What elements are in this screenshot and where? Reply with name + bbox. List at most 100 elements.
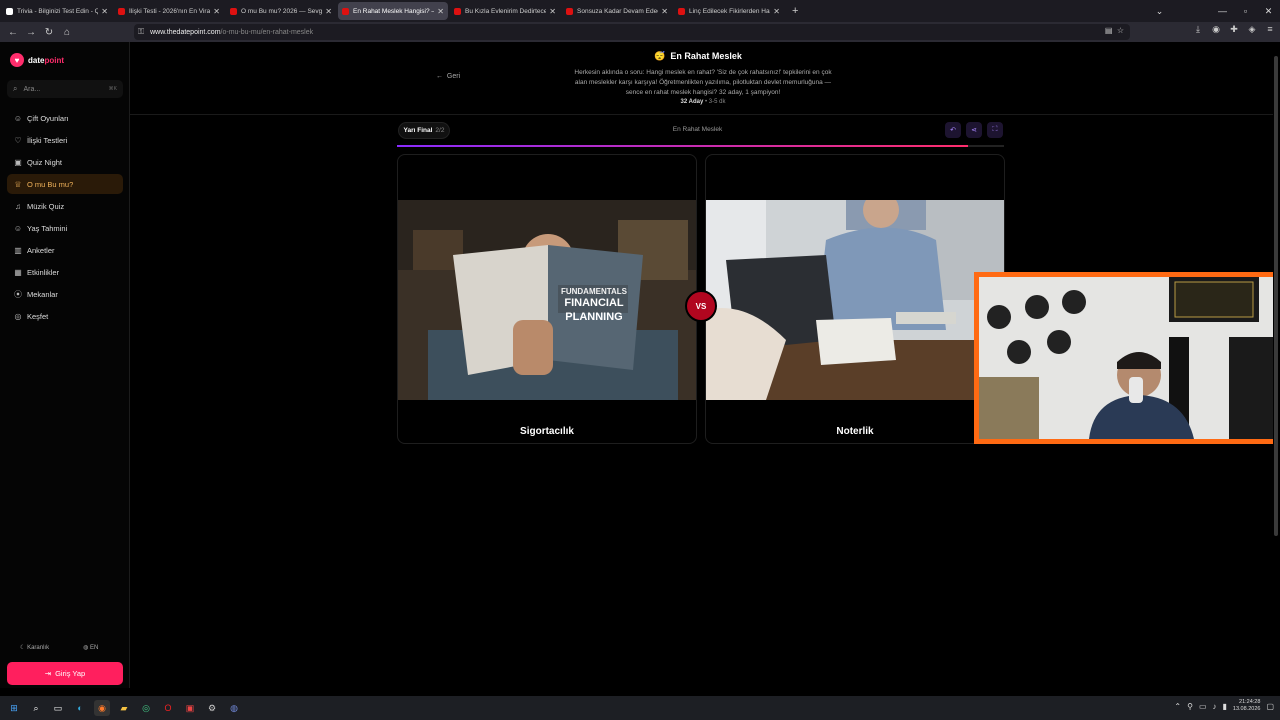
option-card-left[interactable]: FUNDAMENTALS FINANCIAL PLANNING Sigortac…	[397, 154, 697, 444]
sidebar-item[interactable]: ☺ Yaş Tahmini	[7, 218, 123, 238]
sidebar-item-icon: ⦿	[14, 289, 22, 299]
tab-favicon-icon	[6, 7, 13, 15]
sidebar-item[interactable]: ▦ Etkinlikler	[7, 262, 123, 282]
sidebar-item-icon: ▦	[14, 267, 22, 277]
chrome-icon[interactable]: ◎	[138, 700, 154, 716]
home-icon[interactable]: ⌂	[58, 27, 76, 38]
site-info-icon[interactable]: ⚿	[138, 27, 144, 37]
tab-close-icon[interactable]: ✕	[213, 7, 220, 16]
sidebar-item-icon: ♡	[14, 135, 22, 145]
browser-tab[interactable]: Linç Edilecek Fikirlerden Hangi ✕	[674, 2, 784, 20]
file-explorer-icon[interactable]: ▰	[116, 700, 132, 716]
tab-close-icon[interactable]: ✕	[325, 7, 332, 16]
sidebar-item[interactable]: ⦿ Mekanlar	[7, 284, 123, 304]
scrollbar-thumb[interactable]	[1274, 56, 1278, 536]
svg-text:FINANCIAL: FINANCIAL	[564, 297, 624, 309]
sidebar-item[interactable]: ♡ İlişki Testleri	[7, 130, 123, 150]
page-scrollbar[interactable]	[1273, 42, 1280, 688]
option-card-right[interactable]: Noterlik	[705, 154, 1005, 444]
sidebar-item[interactable]: ♕ O mu Bu mu?	[7, 174, 123, 194]
browser-tab[interactable]: O mu Bu mu? 2026 — Sevgilin ✕	[226, 2, 336, 20]
progress-fill	[397, 145, 968, 147]
sidebar-item[interactable]: ♫ Müzik Quiz	[7, 196, 123, 216]
back-button[interactable]: ← Geri	[436, 73, 460, 80]
menu-icon[interactable]: ≡	[1264, 24, 1276, 35]
minimize-button[interactable]: —	[1211, 6, 1234, 16]
share-button[interactable]: ⋖	[966, 122, 982, 138]
tab-list-icon[interactable]: ⌄	[1148, 6, 1171, 17]
task-view-icon[interactable]: ▭	[50, 700, 66, 716]
profile-icon[interactable]: ◈	[1246, 24, 1258, 35]
page-meta: 32 Aday • 3-5 dk	[680, 99, 726, 105]
taskbar-search-icon[interactable]: ⌕	[28, 700, 44, 716]
browser-tab[interactable]: Bu Kızla Evlenirim Dedirtecek Ö✕	[450, 2, 560, 20]
reload-icon[interactable]: ↻	[40, 27, 58, 38]
tab-close-icon[interactable]: ✕	[549, 7, 556, 16]
round-badge: Yarı Final 2/2	[398, 122, 450, 139]
fullscreen-button[interactable]: ⛶	[987, 122, 1003, 138]
tab-favicon-icon	[342, 7, 349, 15]
reader-view-icon[interactable]: ▤	[1105, 26, 1113, 35]
downloads-icon[interactable]: ⤓	[1192, 24, 1204, 35]
extensions-puzzle-icon[interactable]: ✚	[1228, 24, 1240, 35]
login-label: Giriş Yap	[55, 669, 86, 678]
login-button[interactable]: ⇥ Giriş Yap	[7, 662, 123, 685]
sidebar-item[interactable]: ▥ Anketler	[7, 240, 123, 260]
arrow-left-icon: ←	[436, 73, 443, 80]
tab-close-icon[interactable]: ✕	[437, 7, 444, 16]
theme-label: Karanlık	[27, 645, 50, 651]
system-tray: ⌃ ⚲ ▭ ♪ ▮ 21:24:28 13.08.2026 ▢	[1174, 699, 1274, 713]
url-path: /o-mu-bu-mu/en-rahat-meslek	[220, 28, 314, 36]
browser-tab[interactable]: İlişki Testi - 2026'nın En Viral Te✕	[114, 2, 224, 20]
windows-start-icon[interactable]: ⊞	[6, 700, 22, 716]
notifications-icon[interactable]: ▢	[1266, 702, 1274, 711]
forward-icon[interactable]: →	[22, 27, 40, 38]
opera-icon[interactable]: O	[160, 700, 176, 716]
tab-close-icon[interactable]: ✕	[101, 7, 108, 16]
discord-icon[interactable]: ◍	[226, 700, 242, 716]
tab-favicon-icon	[678, 7, 685, 15]
logo[interactable]: ♥ date point	[10, 53, 64, 67]
bookmark-star-icon[interactable]: ☆	[1117, 26, 1124, 35]
edge-icon[interactable]: ◐	[72, 700, 88, 716]
microphone-icon[interactable]: ⚲	[1187, 702, 1193, 711]
browser-tab[interactable]: En Rahat Meslek Hangisi? — Si✕	[338, 2, 448, 20]
browser-tab[interactable]: Trivia - Bilginizi Test Edin - Quiz✕	[2, 2, 112, 20]
language-toggle[interactable]: ◍ EN	[83, 644, 98, 651]
sidebar-item[interactable]: ☺ Çift Oyunları	[7, 108, 123, 128]
moon-icon: ☾	[20, 645, 26, 651]
new-tab-button[interactable]: +	[792, 5, 798, 17]
steam-icon[interactable]: ⚙	[204, 700, 220, 716]
tab-title: Sonsuza Kadar Devam Edecek İ	[577, 7, 658, 15]
network-icon[interactable]: ▭	[1199, 702, 1207, 711]
red-app-icon[interactable]: ▣	[182, 700, 198, 716]
sidebar-item[interactable]: ◎ Keşfet	[7, 306, 123, 326]
browser-tab[interactable]: Sonsuza Kadar Devam Edecek İ✕	[562, 2, 672, 20]
url-bar[interactable]: ⚿ www.thedatepoint.com/o-mu-bu-mu/en-rah…	[134, 24, 1130, 40]
tray-expand-icon[interactable]: ⌃	[1174, 702, 1181, 711]
sidebar-item-label: Çift Oyunları	[27, 113, 69, 123]
back-icon[interactable]: ←	[4, 27, 22, 38]
close-window-button[interactable]: ✕	[1257, 6, 1280, 17]
extension-icon[interactable]: ◉	[1210, 24, 1222, 35]
window-controls: ⌄ — ▫ ✕	[1148, 0, 1280, 22]
tab-close-icon[interactable]: ✕	[773, 7, 780, 16]
maximize-button[interactable]: ▫	[1234, 6, 1257, 16]
sidebar-item[interactable]: ▣ Quiz Night	[7, 152, 123, 172]
header-divider	[130, 114, 1273, 115]
contest-title: En Rahat Meslek	[672, 126, 723, 133]
page-title-text: En Rahat Meslek	[670, 51, 742, 61]
firefox-icon[interactable]: ◉	[94, 700, 110, 716]
search-input[interactable]: ⌕ Ara... ⌘K	[7, 80, 123, 98]
battery-icon[interactable]: ▮	[1223, 702, 1227, 711]
volume-icon[interactable]: ♪	[1213, 702, 1217, 711]
search-icon: ⌕	[13, 84, 18, 93]
svg-text:FUNDAMENTALS: FUNDAMENTALS	[561, 287, 628, 296]
clock[interactable]: 21:24:28 13.08.2026	[1233, 699, 1261, 713]
tab-favicon-icon	[454, 7, 461, 15]
browser-tab-bar: Trivia - Bilginizi Test Edin - Quiz✕İliş…	[0, 0, 1280, 22]
undo-button[interactable]: ↶	[945, 122, 961, 138]
tab-close-icon[interactable]: ✕	[661, 7, 668, 16]
globe-icon: ◍	[83, 645, 89, 651]
theme-toggle[interactable]: ☾ Karanlık	[20, 644, 49, 651]
